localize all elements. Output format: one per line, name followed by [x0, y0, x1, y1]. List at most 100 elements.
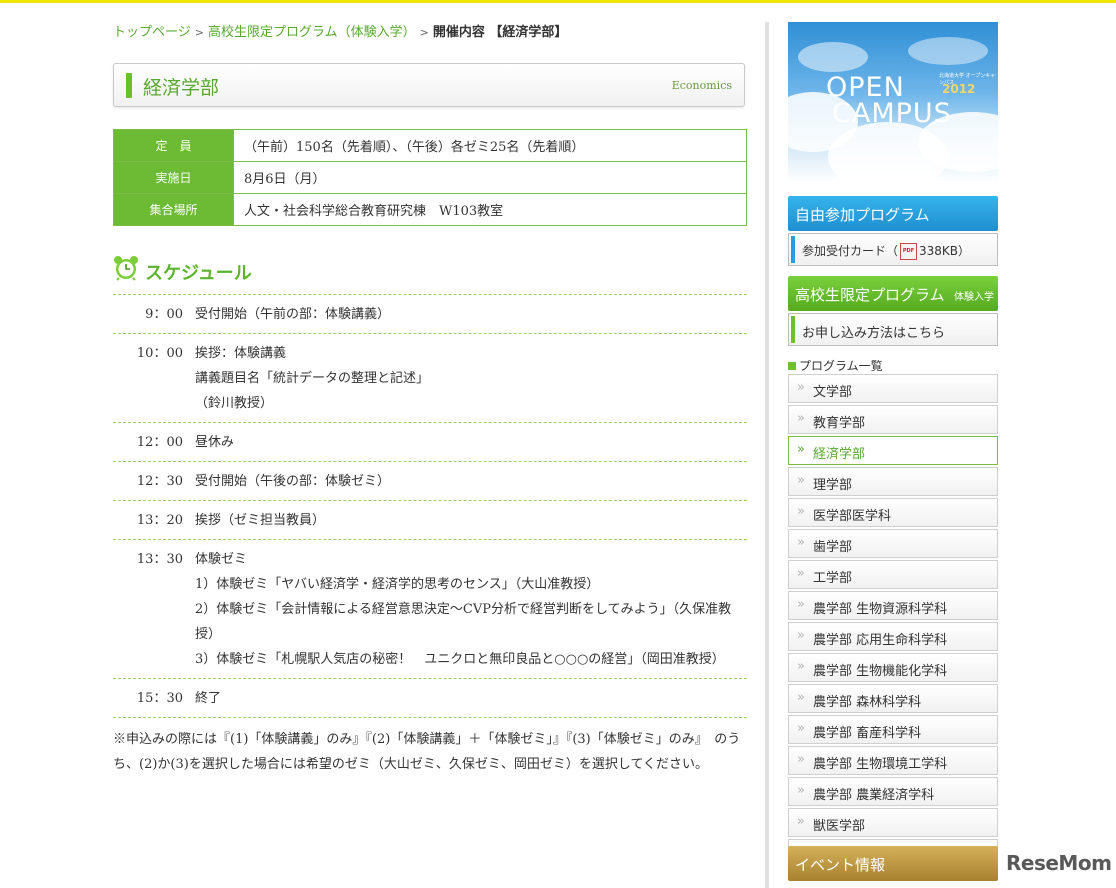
info-row: 集合場所 人文・社会科学総合教育研究棟 W103教室: [113, 193, 747, 226]
schedule-line: 昼休み: [195, 435, 235, 450]
info-row: 定 員 （午前）150名（先着順）、（午後）各ゼミ25名（先着順）: [113, 129, 747, 162]
program-list-label: 医学部医学科: [813, 509, 892, 524]
double-chevron-icon: »: [797, 473, 805, 488]
schedule-row: 12：00 昼休み: [113, 423, 747, 462]
schedule-row: 13：30 体験ゼミ 1）体験ゼミ「ヤバい経済学・経済学的思考のセンス」（大山准…: [113, 540, 747, 679]
schedule-list: 9：00 受付開始（午前の部：体験講義） 10：00 挨拶：体験講義 講義題目名…: [113, 294, 747, 718]
file-size: 338KB: [919, 244, 959, 258]
program-list-item[interactable]: » 経済学部: [788, 436, 998, 465]
program-list-item[interactable]: » 農学部 森林科学科: [788, 684, 998, 713]
title-accent-bar: [126, 73, 132, 98]
program-list-label: 歯学部: [813, 540, 853, 555]
schedule-title: スケジュール: [145, 263, 252, 284]
info-key: 定 員: [113, 129, 234, 162]
double-chevron-icon: »: [797, 752, 805, 767]
schedule-row: 12：30 受付開始（午後の部：体験ゼミ）: [113, 462, 747, 501]
breadcrumb-program-link[interactable]: 高校生限定プログラム（体験入学）: [208, 25, 416, 40]
schedule-detail: 挨拶：体験講義 講義題目名「統計データの整理と記述」 （鈴川教授）: [195, 341, 747, 416]
double-chevron-icon: »: [797, 628, 805, 643]
program-list-item[interactable]: » 医学部医学科: [788, 498, 998, 527]
program-list-item[interactable]: » 農学部 生物環境工学科: [788, 746, 998, 775]
schedule-line: （鈴川教授）: [195, 396, 274, 411]
program-list-item[interactable]: » 工学部: [788, 560, 998, 589]
program-list-label: 教育学部: [813, 416, 866, 431]
schedule-time: 13：30: [136, 552, 183, 567]
program-list-label: 農学部 生物資源科学科: [813, 602, 948, 617]
top-accent-bar: [0, 0, 1116, 3]
program-list-heading: プログラム一覧: [788, 357, 883, 374]
registration-card-label: 参加受付カード（: [802, 244, 899, 258]
program-list-item[interactable]: » 農学部 畜産科学科: [788, 715, 998, 744]
program-list-item[interactable]: » 文学部: [788, 374, 998, 403]
breadcrumb-separator: >: [194, 26, 204, 39]
double-chevron-icon: »: [797, 814, 805, 829]
limited-program-header[interactable]: 高校生限定プログラム 体験入学: [788, 276, 998, 311]
free-program-header[interactable]: 自由参加プログラム: [788, 196, 998, 231]
schedule-row: 10：00 挨拶：体験講義 講義題目名「統計データの整理と記述」 （鈴川教授）: [113, 334, 747, 423]
program-list-label: 農学部 生物機能化学科: [813, 664, 948, 679]
double-chevron-icon: »: [797, 380, 805, 395]
program-list-item[interactable]: » 農学部 生物機能化学科: [788, 653, 998, 682]
double-chevron-icon: »: [797, 690, 805, 705]
schedule-line: 受付開始（午前の部：体験講義）: [195, 307, 391, 322]
page-title-english: Economics: [671, 79, 732, 92]
application-note: ※申込みの際には『(1)「体験講義」のみ』『(2)「体験講義」＋「体験ゼミ」』『…: [113, 732, 741, 772]
program-list-label: 農学部 森林科学科: [813, 695, 922, 710]
double-chevron-icon: »: [797, 597, 805, 612]
program-list-label: 文学部: [813, 385, 853, 400]
program-list-label: 農学部 応用生命科学科: [813, 633, 948, 648]
double-chevron-icon: »: [797, 721, 805, 736]
program-list-item[interactable]: » 教育学部: [788, 405, 998, 434]
schedule-line: 挨拶（ゼミ担当教員）: [195, 513, 326, 528]
event-info-header[interactable]: イベント情報: [788, 846, 998, 881]
pdf-icon: PDF: [900, 243, 918, 260]
double-chevron-icon: »: [797, 783, 805, 798]
program-list-label: 理学部: [813, 478, 853, 493]
breadcrumb-current: 開催内容 【経済学部】: [432, 25, 568, 40]
schedule-line: 3）体験ゼミ「札幌駅人気店の秘密！ ユニクロと無印良品と○○○の経営」（岡田准教…: [195, 652, 725, 667]
info-value: （午前）150名（先着順）、（午後）各ゼミ25名（先着順）: [233, 129, 747, 162]
program-list-item[interactable]: » 理学部: [788, 467, 998, 496]
program-list-label: 農学部 生物環境工学科: [813, 757, 948, 772]
schedule-detail: 受付開始（午前の部：体験講義）: [195, 302, 747, 327]
alarm-clock-icon: [114, 256, 138, 281]
page-title: 経済学部: [143, 77, 220, 99]
double-chevron-icon: »: [797, 411, 805, 426]
info-key: 実施日: [113, 161, 234, 194]
program-list-item[interactable]: » 農学部 農業経済学科: [788, 777, 998, 806]
double-chevron-icon: »: [797, 504, 805, 519]
breadcrumb-home-link[interactable]: トップページ: [113, 25, 191, 40]
banner-year: 2012: [942, 82, 976, 96]
program-list-label: 農学部 畜産科学科: [813, 726, 922, 741]
apply-method-label: お申し込み方法はこちら: [802, 326, 946, 341]
schedule-time: 12：30: [136, 474, 183, 489]
schedule-line: 講義題目名「統計データの整理と記述」: [195, 371, 430, 386]
open-campus-banner[interactable]: OPEN CAMPUS 北海道大学 オープンキャンパス 2012: [788, 22, 998, 182]
double-chevron-icon: »: [797, 566, 805, 581]
schedule-line: 挨拶：体験講義: [195, 346, 287, 361]
square-bullet-icon: [788, 362, 796, 370]
double-chevron-icon: »: [797, 659, 805, 674]
schedule-detail: 挨拶（ゼミ担当教員）: [195, 508, 747, 533]
limited-program-label: 高校生限定プログラム: [795, 286, 945, 304]
schedule-detail: 終了: [195, 686, 747, 711]
double-chevron-icon: »: [797, 442, 805, 457]
registration-card-close: ）: [958, 244, 971, 258]
program-list-item[interactable]: » 歯学部: [788, 529, 998, 558]
info-row: 実施日 8月6日（月）: [113, 161, 747, 194]
schedule-time: 12：00: [136, 435, 183, 450]
program-list-label: 農学部 農業経済学科: [813, 788, 935, 803]
registration-card-link[interactable]: 参加受付カード（ PDF 338KB）: [788, 233, 998, 266]
program-list-item[interactable]: » 獣医学部: [788, 808, 998, 837]
info-value: 人文・社会科学総合教育研究棟 W103教室: [233, 193, 747, 226]
schedule-line: 体験ゼミ: [195, 552, 248, 567]
schedule-time: 15：30: [136, 691, 183, 706]
schedule-detail: 昼休み: [195, 430, 747, 455]
info-key: 集合場所: [113, 193, 234, 226]
program-list: » 文学部 » 教育学部 » 経済学部 » 理学部 » 医学部医学科 » 歯学部 » 工学部 » 農学部 生物…: [788, 374, 998, 870]
program-list-item[interactable]: » 農学部 応用生命科学科: [788, 622, 998, 651]
program-list-item[interactable]: » 農学部 生物資源科学科: [788, 591, 998, 620]
schedule-detail: 受付開始（午後の部：体験ゼミ）: [195, 469, 747, 494]
limited-program-tag: 体験入学: [954, 292, 994, 303]
apply-method-link[interactable]: お申し込み方法はこちら: [788, 313, 998, 346]
